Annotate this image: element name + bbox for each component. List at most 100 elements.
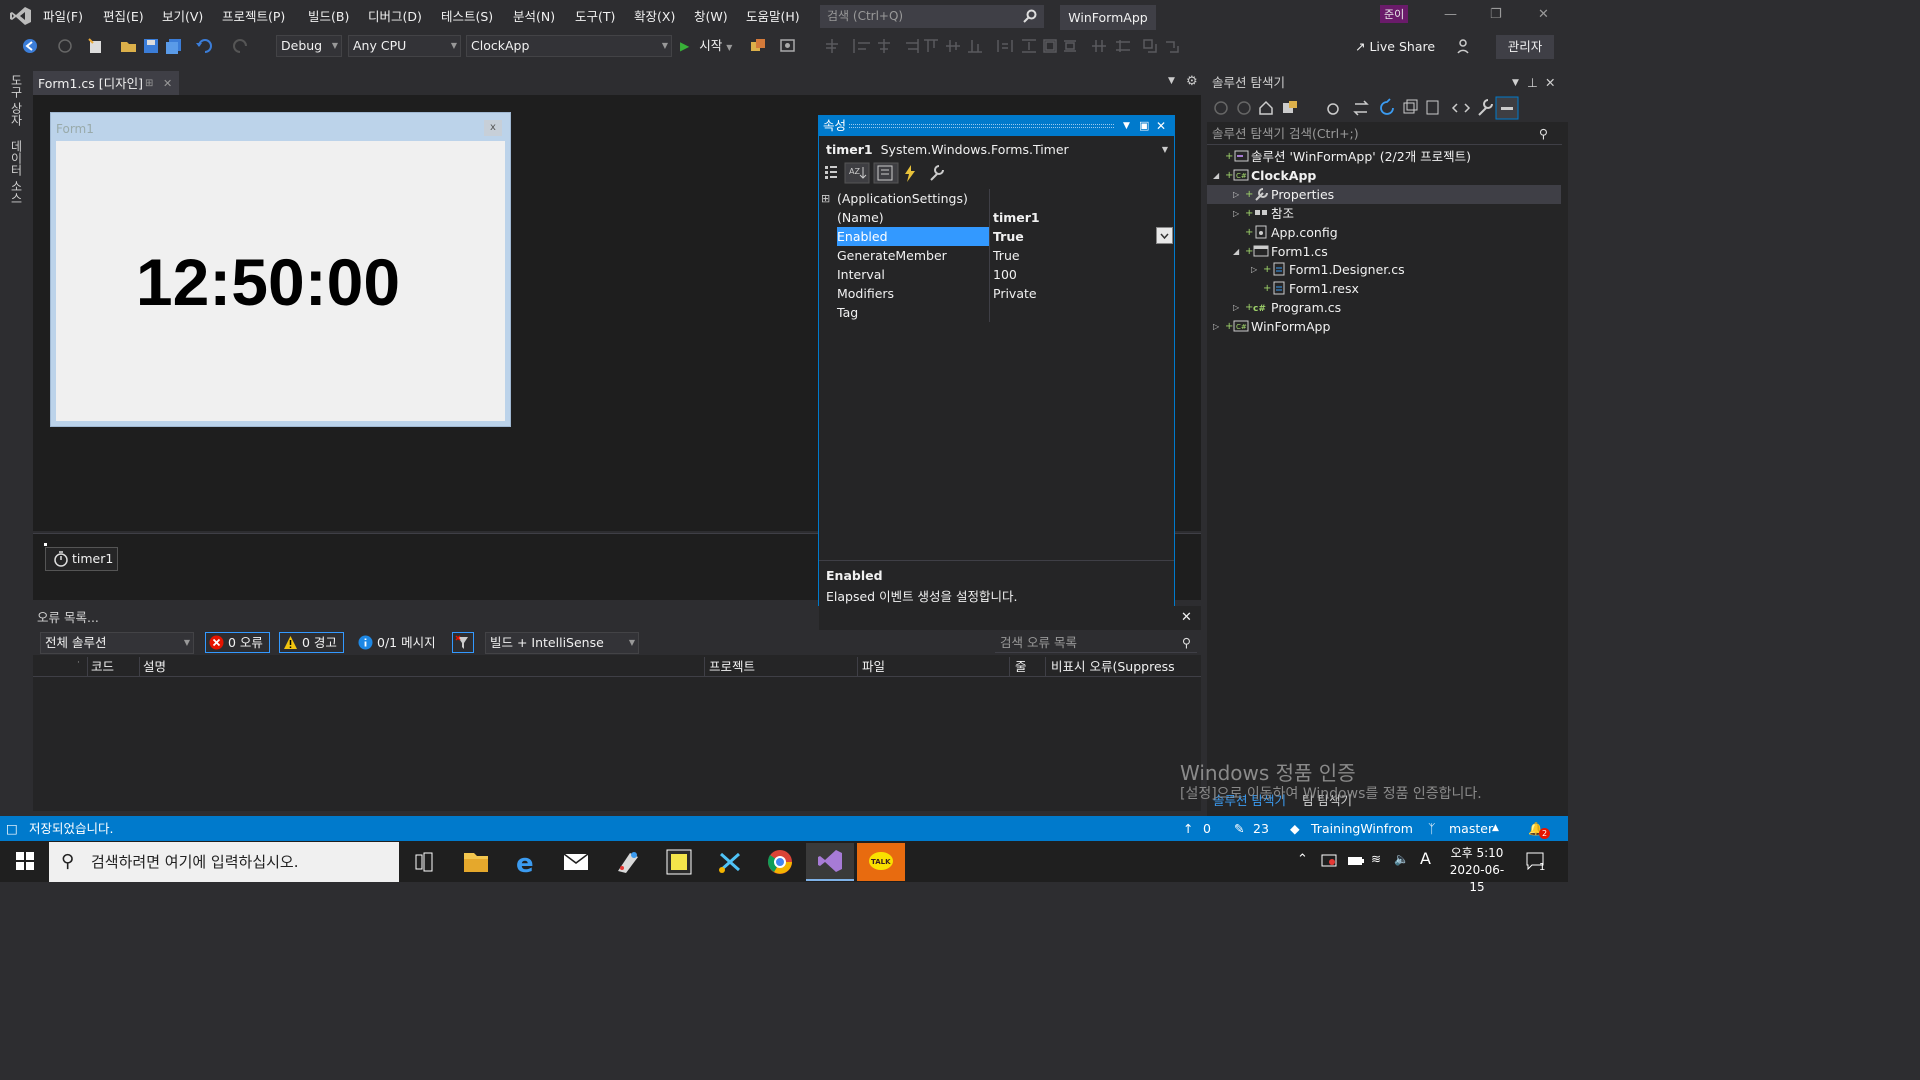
save-all-icon[interactable]: [165, 38, 183, 54]
tree-item[interactable]: ▷ + Form1.Designer.cs: [1251, 260, 1405, 279]
browser-link-icon[interactable]: [750, 38, 766, 54]
tree-item[interactable]: ◢ + Form1.cs: [1233, 242, 1328, 261]
tree-item[interactable]: ▷ + c# Program.cs: [1233, 298, 1341, 317]
collapsed-arrow-icon[interactable]: ▷: [1233, 204, 1245, 223]
pin-icon[interactable]: ⊞: [145, 73, 153, 95]
admin-badge[interactable]: 관리자: [1496, 35, 1554, 59]
maximize-icon[interactable]: ▣: [1139, 116, 1149, 136]
open-folder-icon[interactable]: [120, 38, 138, 54]
clock-label[interactable]: 12:50:00: [56, 244, 480, 320]
user-badge[interactable]: 준이: [1380, 5, 1409, 23]
data-sources-tab[interactable]: 데이터 소스: [8, 140, 25, 204]
property-row[interactable]: Interval 100: [833, 265, 1173, 284]
property-value[interactable]: [993, 303, 1171, 322]
column-file[interactable]: 파일: [862, 657, 885, 677]
navigate-back-icon[interactable]: [22, 38, 38, 54]
chevron-up-icon[interactable]: ▲: [1492, 816, 1499, 841]
toolbox-tab[interactable]: 도구 상자: [8, 74, 25, 126]
file-explorer-icon[interactable]: [452, 843, 500, 881]
tree-item[interactable]: ▷ + C# WinFormApp: [1213, 317, 1330, 336]
startup-project-select[interactable]: ClockApp ▼: [466, 35, 672, 57]
solution-config-select[interactable]: Debug ▼: [276, 35, 342, 57]
expanded-arrow-icon[interactable]: ◢: [1233, 242, 1245, 261]
menu-item-5[interactable]: 디버그(D): [368, 0, 422, 33]
volume-muted-icon[interactable]: 🔈: [1394, 852, 1409, 866]
kakaotalk-icon[interactable]: TALK: [857, 843, 905, 881]
taskbar-search-input[interactable]: ⚲ 검색하려면 여기에 입력하십시오.: [49, 842, 399, 882]
column-suppression[interactable]: 비표시 오류(Suppress: [1051, 657, 1175, 677]
warnings-filter-button[interactable]: 0 경고: [279, 632, 344, 653]
visual-studio-taskbar-icon[interactable]: [806, 843, 854, 881]
snipping-tool-icon[interactable]: [706, 843, 754, 881]
menu-item-8[interactable]: 도구(T): [575, 0, 615, 33]
column-description[interactable]: 설명: [143, 657, 166, 677]
wifi-icon[interactable]: ≋: [1371, 852, 1381, 866]
column-code[interactable]: 코드: [91, 657, 114, 677]
property-row[interactable]: Modifiers Private: [833, 284, 1173, 303]
enabled-dropdown-button[interactable]: [1156, 227, 1173, 244]
screenshot-icon[interactable]: [780, 38, 802, 54]
publish-arrow-icon[interactable]: ↑: [1183, 816, 1193, 841]
close-icon[interactable]: ✕: [1545, 71, 1555, 95]
pending-changes-pencil-icon[interactable]: ✎: [1234, 816, 1244, 841]
menu-item-3[interactable]: 프로젝트(P): [222, 0, 285, 33]
live-share-button[interactable]: ↗ Live Share: [1355, 38, 1435, 56]
menu-item-1[interactable]: 편집(E): [103, 0, 144, 33]
close-tab-icon[interactable]: ✕: [163, 73, 172, 95]
ime-indicator[interactable]: A: [1420, 849, 1431, 868]
tree-item[interactable]: ▷ + Properties: [1233, 185, 1334, 204]
close-window-icon[interactable]: ✕: [1538, 7, 1549, 22]
chrome-icon[interactable]: [756, 843, 804, 881]
search-input[interactable]: 검색 (Ctrl+Q): [820, 5, 1044, 28]
filter-icon[interactable]: [452, 632, 474, 653]
menu-item-7[interactable]: 분석(N): [513, 0, 555, 33]
tree-item[interactable]: ◢ + C# ClockApp: [1213, 166, 1316, 185]
property-row[interactable]: ⊞ (ApplicationSettings): [821, 189, 1173, 208]
settings-gear-icon[interactable]: ⚙: [1186, 74, 1198, 89]
branch-name[interactable]: master: [1449, 816, 1493, 841]
sticky-notes-icon[interactable]: [655, 843, 703, 881]
windows-start-icon[interactable]: [16, 852, 34, 870]
new-project-icon[interactable]: [87, 37, 105, 55]
property-value[interactable]: 100: [993, 265, 1171, 284]
collapsed-arrow-icon[interactable]: ▷: [1213, 317, 1225, 336]
properties-title-bar[interactable]: 속성 ▼ ▣ ✕: [819, 116, 1174, 136]
messages-filter-button[interactable]: 0/1 메시지: [354, 632, 443, 653]
menu-item-10[interactable]: 창(W): [694, 0, 728, 33]
paint-icon[interactable]: [604, 843, 652, 881]
errors-filter-button[interactable]: 0 오류: [205, 632, 270, 653]
battery-icon[interactable]: [1347, 852, 1365, 870]
error-search-input[interactable]: 검색 오류 목록 ⚲: [995, 632, 1197, 653]
network-device-icon[interactable]: [1320, 852, 1338, 870]
timer1-component[interactable]: timer1: [45, 547, 118, 571]
collapsed-arrow-icon[interactable]: ▷: [1233, 185, 1245, 204]
edge-browser-icon[interactable]: e: [502, 843, 550, 881]
menu-item-11[interactable]: 도움말(H): [746, 0, 800, 33]
property-value[interactable]: Private: [993, 284, 1171, 303]
platform-select[interactable]: Any CPU ▼: [348, 35, 461, 57]
property-object-selector[interactable]: timer1 System.Windows.Forms.Timer ▼: [819, 139, 1174, 160]
close-icon[interactable]: ✕: [1181, 610, 1192, 625]
chevron-down-icon[interactable]: ▼: [1123, 116, 1130, 136]
collapsed-arrow-icon[interactable]: ▷: [1233, 298, 1245, 317]
chevron-down-icon[interactable]: ▼: [1512, 71, 1519, 95]
menu-item-9[interactable]: 확장(X): [634, 0, 675, 33]
save-icon[interactable]: [143, 38, 159, 54]
menu-item-0[interactable]: 파일(F): [43, 0, 83, 33]
property-value[interactable]: timer1: [993, 208, 1171, 227]
menu-item-2[interactable]: 보기(V): [162, 0, 203, 33]
property-row[interactable]: Enabled True: [833, 227, 1173, 246]
redo-icon[interactable]: [232, 38, 250, 54]
visual-studio-logo-icon[interactable]: [10, 6, 32, 26]
repo-name[interactable]: TrainingWinfrom: [1311, 816, 1413, 841]
solution-search-input[interactable]: 솔루션 탐색기 검색(Ctrl+;) ⚲: [1207, 123, 1562, 145]
property-value[interactable]: True: [993, 246, 1171, 265]
minimize-icon[interactable]: —: [1444, 7, 1457, 22]
feedback-person-icon[interactable]: [1456, 38, 1472, 54]
error-list-title-bar[interactable]: 오류 목록...: [33, 606, 819, 630]
property-row[interactable]: Tag: [833, 303, 1173, 322]
solution-explorer-title-bar[interactable]: 솔루션 탐색기 ▼ ⊥ ✕: [1207, 71, 1568, 95]
expanded-arrow-icon[interactable]: ◢: [1213, 166, 1225, 185]
pin-icon[interactable]: ⊥: [1527, 71, 1538, 95]
column-line[interactable]: 줄: [1015, 657, 1027, 677]
